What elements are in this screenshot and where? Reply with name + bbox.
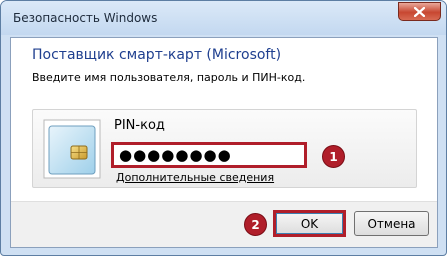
button-bar: 2 OK Отмена xyxy=(11,201,437,247)
window-title: Безопасность Windows xyxy=(13,11,158,25)
pin-label: PIN-код xyxy=(114,118,165,133)
dialog-heading: Поставщик смарт-карт (Microsoft) xyxy=(32,47,282,63)
close-button[interactable] xyxy=(398,2,441,21)
title-bar: Безопасность Windows xyxy=(1,1,446,35)
ok-button[interactable]: OK xyxy=(273,210,346,237)
dialog-body: Поставщик смарт-карт (Microsoft) Введите… xyxy=(10,37,438,248)
step-2-badge: 2 xyxy=(244,213,267,236)
ok-button-label: OK xyxy=(276,213,343,234)
more-info-link[interactable]: Дополнительные сведения xyxy=(116,171,274,184)
pin-input[interactable]: ●●●●●●●● xyxy=(111,142,307,168)
dialog-instruction: Введите имя пользователя, пароль и ПИН-к… xyxy=(32,71,306,84)
cancel-button[interactable]: Отмена xyxy=(354,211,429,236)
step-1-badge: 1 xyxy=(322,145,345,168)
smart-card-icon xyxy=(43,119,101,182)
close-icon xyxy=(414,6,425,17)
credential-tile[interactable]: PIN-код ●●●●●●●● 1 Дополнительные сведен… xyxy=(32,109,417,188)
security-dialog: Безопасность Windows Поставщик смарт-кар… xyxy=(0,0,447,256)
